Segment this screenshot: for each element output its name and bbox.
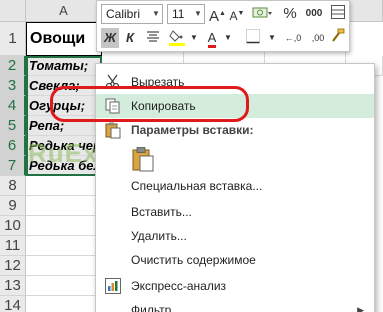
cell-a6[interactable]: Редька чер — [26, 136, 102, 156]
cell-a14[interactable] — [26, 296, 102, 312]
font-size-value: 11 — [172, 7, 185, 21]
paintbrush-icon — [332, 28, 345, 42]
row-header-10[interactable]: 10 — [0, 216, 26, 236]
cell-a10[interactable] — [26, 216, 102, 236]
align-center-icon — [147, 31, 159, 42]
menu-item-label: Фильтр — [131, 303, 172, 312]
submenu-arrow-icon: ▶ — [357, 305, 364, 312]
percent-button[interactable]: % — [282, 4, 298, 24]
clipboard-icon — [131, 146, 155, 172]
cell-a2[interactable]: Томаты; — [26, 56, 102, 76]
currency-format-icon — [252, 7, 272, 18]
row-header-11[interactable]: 11 — [0, 236, 26, 256]
cell-a11[interactable] — [26, 236, 102, 256]
increase-decimal-button[interactable]: ←,0 — [281, 28, 305, 48]
menu-item-paste-options: Параметры вставки: — [96, 118, 374, 142]
cell-a12[interactable] — [26, 256, 102, 276]
paste-options-icon — [104, 121, 122, 139]
select-all-corner[interactable] — [0, 0, 26, 22]
font-name-combo[interactable]: Calibri ▼ — [101, 4, 163, 24]
row-header-14[interactable]: 14 — [0, 296, 26, 312]
shrink-font-button[interactable]: A▼ — [229, 4, 245, 24]
scissors-icon — [104, 73, 122, 91]
menu-item-label: Очистить содержимое — [131, 253, 256, 267]
menu-item-label: Копировать — [131, 99, 196, 113]
format-painter-button[interactable] — [329, 28, 347, 48]
row-header-5[interactable]: 5 — [0, 116, 26, 136]
menu-item-label: Удалить... — [131, 229, 187, 243]
font-color-icon: A — [207, 31, 217, 48]
decrease-decimal-button[interactable]: ,00 — [307, 28, 329, 48]
cell-a9[interactable] — [26, 196, 102, 216]
grow-font-icon: A — [209, 8, 220, 25]
cell-a5[interactable]: Репа; — [26, 116, 102, 136]
excel-window: A 1 2 3 4 5 6 7 8 9 10 11 12 13 14 Овощи… — [0, 0, 383, 312]
column-header-a-label: A — [59, 3, 68, 18]
borders-dropdown[interactable]: ▼ — [267, 28, 277, 48]
chevron-down-icon: ▼ — [152, 9, 160, 18]
copy-icon — [104, 97, 122, 115]
font-size-combo[interactable]: 11 ▼ — [167, 4, 205, 24]
paste-option-clipboard[interactable] — [96, 144, 374, 174]
menu-item-insert[interactable]: Вставить... — [96, 200, 374, 224]
menu-item-copy[interactable]: Копировать — [96, 94, 374, 118]
borders-button[interactable] — [241, 28, 265, 48]
font-color-dropdown[interactable]: ▼ — [223, 28, 233, 48]
menu-item-delete[interactable]: Удалить... — [96, 224, 374, 248]
format-painter-grid-button[interactable] — [329, 4, 347, 24]
fill-color-dropdown[interactable]: ▼ — [189, 28, 199, 48]
cell-a4[interactable]: Огурцы; — [26, 96, 102, 116]
menu-item-label: Вставить... — [131, 205, 192, 219]
row-header-2[interactable]: 2 — [0, 56, 26, 76]
row-header-12[interactable]: 12 — [0, 256, 26, 276]
bold-button[interactable]: Ж — [101, 28, 119, 48]
borders-icon — [331, 5, 345, 19]
cell-a7[interactable]: Редька бел — [26, 156, 102, 176]
shrink-font-icon: A — [229, 9, 238, 23]
cell-a1[interactable]: Овощи — [26, 22, 102, 56]
menu-item-label: Параметры вставки: — [131, 123, 254, 137]
menu-item-filter[interactable]: Фильтр ▶ — [96, 298, 374, 312]
grow-font-button[interactable]: A▲ — [209, 4, 226, 25]
cell-a13[interactable] — [26, 276, 102, 296]
font-name-value: Calibri — [106, 7, 141, 21]
row-header-7[interactable]: 7 — [0, 156, 26, 176]
row-header-9[interactable]: 9 — [0, 196, 26, 216]
cell-a3[interactable]: Свекла; — [26, 76, 102, 96]
row-header-4[interactable]: 4 — [0, 96, 26, 116]
menu-item-paste-special[interactable]: Специальная вставка... — [96, 174, 374, 198]
thousands-separator-button[interactable]: 000 — [303, 4, 325, 24]
menu-item-cut[interactable]: Вырезать — [96, 70, 374, 94]
row-header-8[interactable]: 8 — [0, 176, 26, 196]
font-color-button[interactable]: A — [203, 28, 221, 48]
column-header-a[interactable]: A — [26, 0, 102, 22]
chevron-down-icon: ▼ — [194, 9, 202, 18]
align-center-button[interactable] — [143, 28, 163, 48]
menu-item-label: Экспресс-анализ — [131, 279, 227, 293]
number-format-button[interactable] — [250, 4, 274, 24]
row-header-1[interactable]: 1 — [0, 22, 26, 56]
menu-item-label: Специальная вставка... — [131, 179, 263, 193]
menu-item-quick-analysis[interactable]: Экспресс-анализ — [96, 274, 374, 298]
cell-a8[interactable] — [26, 176, 102, 196]
row-header-13[interactable]: 13 — [0, 276, 26, 296]
paint-bucket-icon — [169, 30, 185, 46]
menu-item-label: Вырезать — [131, 75, 185, 89]
menu-item-clear-contents[interactable]: Очистить содержимое — [96, 248, 374, 272]
row-header-6[interactable]: 6 — [0, 136, 26, 156]
border-bottom-icon — [246, 29, 260, 44]
italic-button[interactable]: К — [121, 28, 139, 48]
context-menu: Вырезать Копировать Параметры вставки: С… — [95, 63, 375, 312]
row-header-3[interactable]: 3 — [0, 76, 26, 96]
mini-toolbar: Calibri ▼ 11 ▼ A▲ A▼ % 000 Ж К ▼ A ▼ ▼ ←… — [96, 0, 350, 52]
fill-color-button[interactable] — [167, 28, 187, 48]
quick-analysis-icon — [104, 277, 122, 295]
